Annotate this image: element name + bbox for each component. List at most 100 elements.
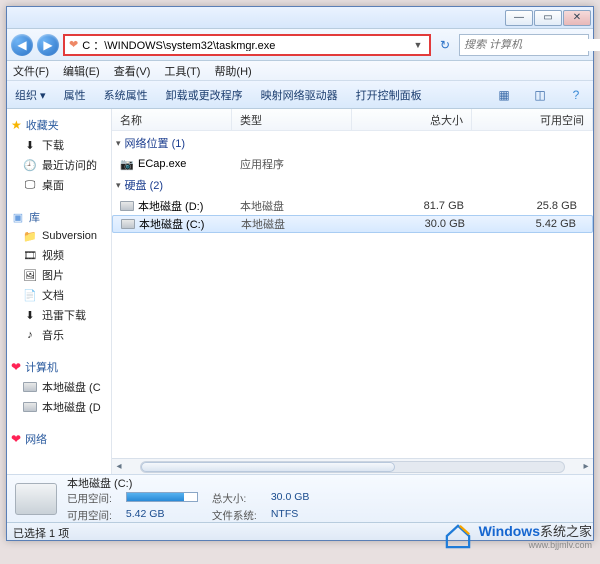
sidebar-item-drive-d[interactable]: 本地磁盘 (D	[9, 397, 109, 417]
sidebar-item-subversion[interactable]: 📁Subversion	[9, 227, 109, 245]
used-label: 已用空间:	[67, 491, 112, 506]
sidebar-item-drive-c[interactable]: 本地磁盘 (C	[9, 377, 109, 397]
preview-pane-icon[interactable]: ◫	[531, 88, 549, 102]
menu-edit[interactable]: 编辑(E)	[63, 63, 100, 79]
view-mode-icon[interactable]: ▦	[495, 88, 513, 102]
recent-icon: 🕘	[23, 158, 37, 172]
explorer-window: — ▭ ✕ ◀ ▶ ❤ ▼ ↻ 🔍 文件(F) 编辑(E) 查看(V) 工具(T…	[6, 6, 594, 541]
col-free[interactable]: 可用空间	[472, 109, 593, 130]
network-header[interactable]: ❤ 网络	[9, 427, 109, 449]
horizontal-scrollbar[interactable]: ◂ ▸	[112, 458, 593, 474]
drive-large-icon	[15, 483, 57, 515]
watermark-suffix: 系统之家	[540, 524, 592, 539]
control-panel-button[interactable]: 打开控制面板	[356, 87, 422, 103]
address-bar[interactable]: ❤ ▼	[63, 34, 431, 56]
document-icon: 📄	[23, 288, 37, 302]
drive-icon	[121, 219, 135, 229]
download-icon: ⬇	[23, 308, 37, 322]
house-icon	[443, 523, 473, 549]
sidebar-item-video[interactable]: 🎞视频	[9, 245, 109, 265]
scroll-thumb[interactable]	[141, 462, 395, 472]
sidebar-item-recent[interactable]: 🕘最近访问的	[9, 155, 109, 175]
titlebar: — ▭ ✕	[7, 7, 593, 29]
picture-icon: 🖼	[23, 268, 37, 282]
details-pane: 本地磁盘 (C:) 已用空间: 总大小: 30.0 GB 可用空间: 5.42 …	[7, 474, 593, 522]
forward-button[interactable]: ▶	[37, 34, 59, 56]
desktop-icon: 🖵	[23, 178, 37, 192]
folder-icon: 📁	[23, 229, 37, 243]
usage-bar	[126, 491, 198, 506]
star-icon: ★	[11, 118, 22, 132]
sidebar-item-music[interactable]: ♪音乐	[9, 325, 109, 345]
col-name[interactable]: 名称	[112, 109, 232, 130]
list-item[interactable]: 本地磁盘 (D:) 本地磁盘 81.7 GB 25.8 GB	[112, 197, 593, 215]
system-properties-button[interactable]: 系统属性	[104, 87, 148, 103]
library-header[interactable]: ▣ 库	[9, 205, 109, 227]
minimize-button[interactable]: —	[505, 10, 533, 26]
properties-button[interactable]: 属性	[64, 87, 86, 103]
nav-bar: ◀ ▶ ❤ ▼ ↻ 🔍	[7, 29, 593, 61]
network-label: 网络	[25, 431, 47, 447]
address-dropdown-icon[interactable]: ▼	[411, 40, 425, 50]
uninstall-button[interactable]: 卸载或更改程序	[166, 87, 243, 103]
list-item[interactable]: 📷ECap.exe 应用程序	[112, 155, 593, 173]
total-value: 30.0 GB	[271, 491, 310, 506]
fs-value: NTFS	[271, 508, 310, 523]
address-input[interactable]	[82, 39, 407, 51]
list-item-selected[interactable]: 本地磁盘 (C:) 本地磁盘 30.0 GB 5.42 GB	[112, 215, 593, 233]
sidebar-item-xunlei[interactable]: ⬇迅雷下载	[9, 305, 109, 325]
help-icon[interactable]: ?	[567, 88, 585, 102]
favorites-header[interactable]: ★ 收藏夹	[9, 113, 109, 135]
scroll-right-icon[interactable]: ▸	[579, 461, 593, 472]
col-type[interactable]: 类型	[232, 109, 352, 130]
drive-icon	[120, 201, 134, 211]
free-value: 5.42 GB	[126, 508, 198, 523]
group-disk[interactable]: ▾ 硬盘 (2)	[112, 173, 593, 197]
menu-view[interactable]: 查看(V)	[114, 63, 151, 79]
main-area: ★ 收藏夹 ⬇下载 🕘最近访问的 🖵桌面 ▣ 库 📁Subversion 🎞视频…	[7, 109, 593, 474]
watermark-brand: Windows	[479, 523, 540, 539]
sidebar-item-documents[interactable]: 📄文档	[9, 285, 109, 305]
file-list: ▾ 网络位置 (1) 📷ECap.exe 应用程序 ▾ 硬盘 (2) 本地磁盘 …	[112, 131, 593, 458]
fs-label: 文件系统:	[212, 508, 257, 523]
organize-button[interactable]: 组织 ▾	[15, 87, 46, 103]
scroll-left-icon[interactable]: ◂	[112, 461, 126, 472]
menu-bar: 文件(F) 编辑(E) 查看(V) 工具(T) 帮助(H)	[7, 61, 593, 81]
refresh-button[interactable]: ↻	[435, 36, 455, 54]
map-drive-button[interactable]: 映射网络驱动器	[261, 87, 338, 103]
heart-icon: ❤	[69, 38, 78, 51]
sidebar-item-downloads[interactable]: ⬇下载	[9, 135, 109, 155]
library-icon: ▣	[11, 210, 25, 224]
music-icon: ♪	[23, 328, 37, 342]
sidebar-item-pictures[interactable]: 🖼图片	[9, 265, 109, 285]
watermark: Windows系统之家 www.bjjmlv.com	[443, 521, 592, 550]
computer-header[interactable]: ❤ 计算机	[9, 355, 109, 377]
favorites-label: 收藏夹	[26, 117, 59, 133]
toolbar: 组织 ▾ 属性 系统属性 卸载或更改程序 映射网络驱动器 打开控制面板 ▦ ◫ …	[7, 81, 593, 109]
app-icon: 📷	[120, 157, 134, 171]
drive-icon	[23, 402, 37, 412]
sidebar: ★ 收藏夹 ⬇下载 🕘最近访问的 🖵桌面 ▣ 库 📁Subversion 🎞视频…	[7, 109, 112, 474]
menu-tools[interactable]: 工具(T)	[164, 63, 200, 79]
scroll-track[interactable]	[140, 461, 565, 473]
menu-file[interactable]: 文件(F)	[13, 63, 49, 79]
search-box[interactable]: 🔍	[459, 34, 589, 56]
sidebar-item-desktop[interactable]: 🖵桌面	[9, 175, 109, 195]
download-icon: ⬇	[23, 138, 37, 152]
free-label: 可用空间:	[67, 508, 112, 523]
heart-icon: ❤	[11, 432, 21, 446]
video-icon: 🎞	[23, 248, 37, 262]
col-total[interactable]: 总大小	[352, 109, 472, 130]
search-input[interactable]	[464, 39, 600, 51]
total-label: 总大小:	[212, 491, 257, 506]
column-headers: 名称 类型 总大小 可用空间	[112, 109, 593, 131]
group-network-location[interactable]: ▾ 网络位置 (1)	[112, 131, 593, 155]
close-button[interactable]: ✕	[563, 10, 591, 26]
menu-help[interactable]: 帮助(H)	[214, 63, 251, 79]
library-label: 库	[29, 209, 40, 225]
drive-icon	[23, 382, 37, 392]
back-button[interactable]: ◀	[11, 34, 33, 56]
maximize-button[interactable]: ▭	[534, 10, 562, 26]
collapse-icon: ▾	[116, 138, 121, 149]
collapse-icon: ▾	[116, 180, 121, 191]
